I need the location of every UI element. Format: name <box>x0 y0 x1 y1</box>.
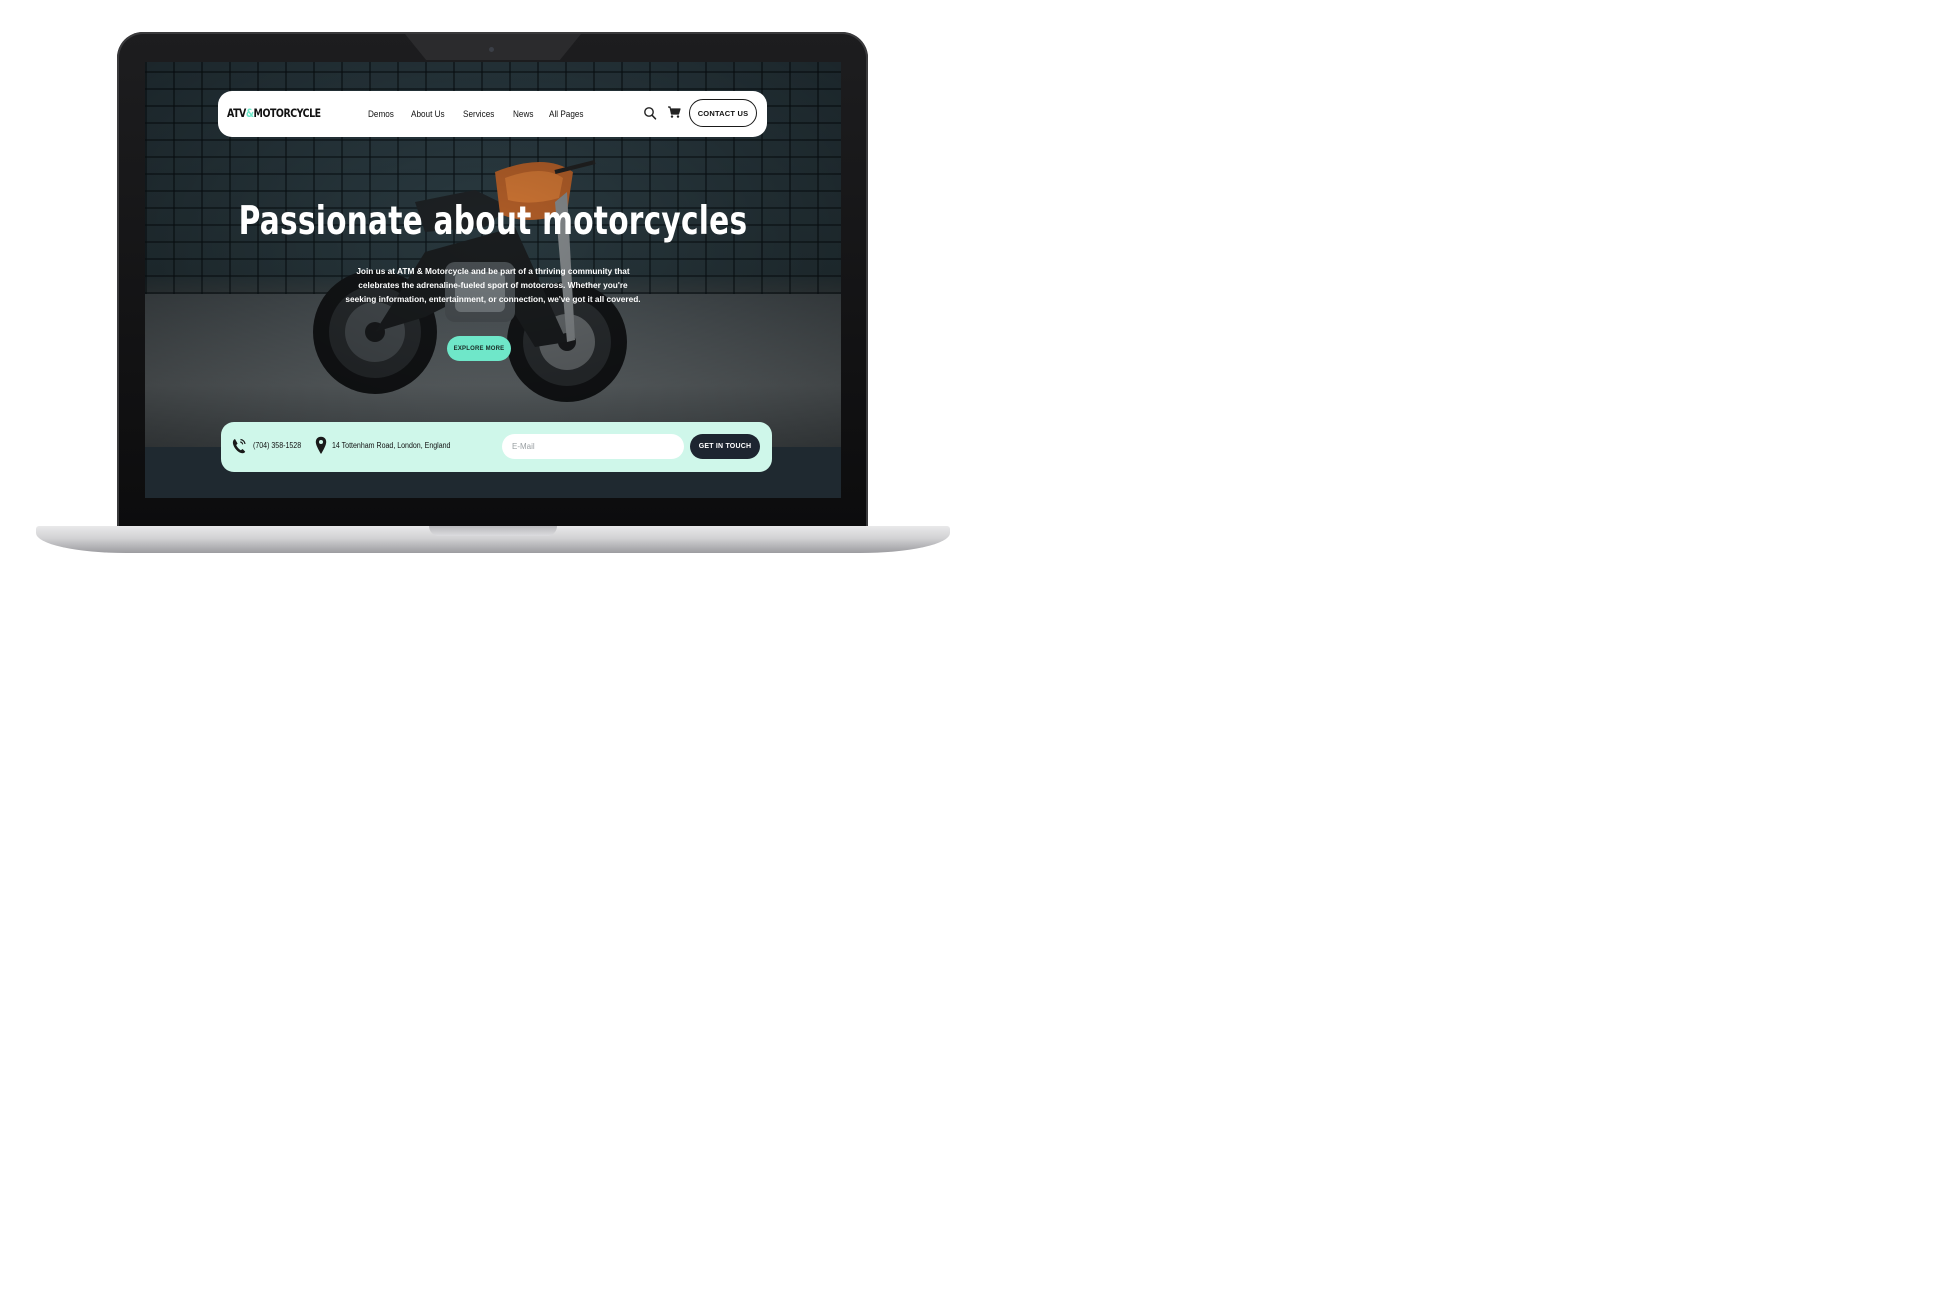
get-in-touch-button[interactable]: GET IN TOUCH <box>690 434 760 459</box>
map-pin-icon <box>315 436 327 454</box>
email-input[interactable] <box>502 434 684 459</box>
camera-icon <box>489 47 494 52</box>
contact-us-button[interactable]: CONTACT US <box>689 99 757 127</box>
contact-bar: (704) 358-1528 14 Tottenham Road, London… <box>221 422 772 472</box>
explore-more-button[interactable]: EXPLORE MORE <box>447 336 511 361</box>
search-icon[interactable] <box>643 105 657 121</box>
nav-link-demos[interactable]: Demos <box>368 109 394 120</box>
address-text: 14 Tottenham Road, London, England <box>332 441 451 450</box>
nav-link-services[interactable]: Services <box>463 109 494 120</box>
laptop-screen: ATV&MOTORCYCLE Demos About Us Services N… <box>145 62 841 498</box>
nav-link-news[interactable]: News <box>513 109 533 120</box>
nav-links: Demos About Us Services News All Pages <box>368 109 590 120</box>
laptop-base <box>36 526 950 553</box>
phone-number[interactable]: (704) 358-1528 <box>253 441 301 450</box>
top-navbar: ATV&MOTORCYCLE Demos About Us Services N… <box>218 91 767 137</box>
nav-link-all-pages[interactable]: All Pages <box>549 109 584 120</box>
laptop-base-groove <box>429 526 557 536</box>
cart-icon[interactable] <box>667 104 681 120</box>
logo-suffix: MOTORCYCLE <box>253 106 321 120</box>
logo-prefix: ATV <box>227 106 246 120</box>
nav-link-about-us[interactable]: About Us <box>411 109 445 120</box>
hero-title: Passionate about motorcycles <box>238 199 748 244</box>
hero-subtitle: Join us at ATM & Motorcycle and be part … <box>345 266 641 304</box>
site-logo[interactable]: ATV&MOTORCYCLE <box>227 106 321 120</box>
phone-icon <box>232 438 246 454</box>
